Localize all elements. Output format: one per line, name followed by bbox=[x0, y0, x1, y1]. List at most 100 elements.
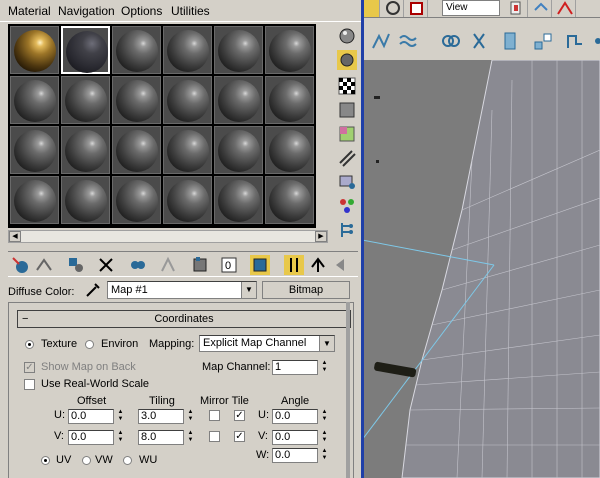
select-tool-button[interactable] bbox=[362, 0, 380, 17]
material-map-navigator-icon[interactable] bbox=[337, 220, 357, 240]
menu-utilities[interactable]: Utilities bbox=[171, 4, 210, 18]
select-manipulate-button[interactable] bbox=[530, 0, 552, 17]
map-name-dropdown-arrow[interactable]: ▼ bbox=[241, 282, 256, 298]
select-by-material-icon[interactable] bbox=[337, 196, 357, 216]
reset-map-icon[interactable] bbox=[96, 255, 116, 275]
v-offset-spinner[interactable]: ▲ ▼ bbox=[116, 430, 125, 445]
u-offset-spinner[interactable]: ▲ ▼ bbox=[116, 409, 125, 424]
go-forward-to-sibling-icon[interactable] bbox=[332, 255, 352, 275]
scroll-right-arrow[interactable]: ▶ bbox=[315, 231, 327, 242]
v-angle-spinner[interactable]: ▲ ▼ bbox=[320, 430, 329, 445]
sample-type-sphere-icon[interactable] bbox=[337, 26, 357, 46]
mapping-dropdown-arrow[interactable]: ▼ bbox=[319, 336, 334, 351]
material-sample-slot[interactable] bbox=[265, 76, 314, 124]
bones-icon[interactable] bbox=[370, 30, 392, 52]
texture-radio[interactable] bbox=[25, 340, 34, 349]
material-sample-slot[interactable] bbox=[61, 76, 110, 124]
put-to-library-icon[interactable] bbox=[190, 255, 210, 275]
rotate-tool-button[interactable] bbox=[382, 0, 404, 17]
v-tiling-field[interactable]: 8.0 bbox=[138, 430, 184, 445]
use-real-world-scale-checkbox[interactable] bbox=[24, 379, 35, 390]
u-tiling-field[interactable]: 3.0 bbox=[138, 409, 184, 424]
background-checker-icon[interactable] bbox=[337, 76, 357, 96]
material-sample-slot[interactable] bbox=[214, 26, 263, 74]
layer-manager-icon[interactable] bbox=[564, 30, 586, 52]
mirror-icon[interactable] bbox=[500, 30, 522, 52]
eyedropper-icon[interactable] bbox=[84, 281, 102, 299]
menu-navigation[interactable]: Navigation bbox=[58, 4, 115, 18]
assign-material-icon[interactable] bbox=[66, 255, 86, 275]
material-sample-slot[interactable] bbox=[265, 126, 314, 174]
map-name-field[interactable]: Map #1 ▼ bbox=[107, 281, 257, 299]
uv-radio[interactable] bbox=[41, 456, 50, 465]
menu-material[interactable]: Material bbox=[8, 4, 51, 18]
pivot-button[interactable] bbox=[506, 0, 528, 17]
material-sample-slot[interactable] bbox=[112, 176, 161, 224]
material-sample-slot[interactable] bbox=[163, 176, 212, 224]
map-channel-field[interactable]: 1 bbox=[272, 360, 318, 375]
v-offset-field[interactable]: 0.0 bbox=[68, 430, 114, 445]
material-sample-slot[interactable] bbox=[112, 26, 161, 74]
material-sample-slot[interactable] bbox=[61, 126, 110, 174]
material-sample-slot[interactable] bbox=[61, 26, 110, 74]
align-icon[interactable] bbox=[532, 30, 554, 52]
get-material-icon[interactable] bbox=[10, 255, 30, 275]
v-tiling-spinner[interactable]: ▲ ▼ bbox=[186, 430, 195, 445]
map-channel-spinner[interactable]: ▲ ▼ bbox=[320, 360, 329, 375]
u-angle-field[interactable]: 0.0 bbox=[272, 409, 318, 424]
coordinates-rollout-header[interactable]: − Coordinates bbox=[17, 310, 351, 328]
material-sample-slot[interactable] bbox=[112, 126, 161, 174]
material-sample-slot[interactable] bbox=[61, 176, 110, 224]
map-type-button[interactable]: Bitmap bbox=[262, 281, 350, 299]
show-map-in-viewport-icon[interactable] bbox=[250, 255, 270, 275]
options-icon[interactable] bbox=[337, 172, 357, 192]
show-end-result-icon[interactable] bbox=[284, 255, 304, 275]
material-sample-slot[interactable] bbox=[163, 76, 212, 124]
v-angle-field[interactable]: 0.0 bbox=[272, 430, 318, 445]
w-angle-field[interactable]: 0.0 bbox=[272, 448, 318, 463]
put-material-to-scene-icon[interactable] bbox=[34, 255, 54, 275]
material-sample-slot[interactable] bbox=[10, 76, 59, 124]
sample-slot-scrollbar[interactable]: ◀ ▶ bbox=[8, 230, 328, 243]
make-preview-icon[interactable] bbox=[337, 148, 357, 168]
spacewarp-icon[interactable] bbox=[398, 30, 420, 52]
vw-radio[interactable] bbox=[82, 456, 91, 465]
material-sample-slot[interactable] bbox=[163, 126, 212, 174]
material-sample-slot[interactable] bbox=[112, 76, 161, 124]
make-unique-icon[interactable] bbox=[158, 255, 178, 275]
material-sample-slot[interactable] bbox=[163, 26, 212, 74]
u-angle-spinner[interactable]: ▲ ▼ bbox=[320, 409, 329, 424]
material-sample-slot[interactable] bbox=[214, 76, 263, 124]
backlight-icon[interactable] bbox=[337, 50, 357, 70]
u-mirror-checkbox[interactable] bbox=[209, 410, 220, 421]
show-map-on-back-checkbox[interactable]: ✓ bbox=[24, 362, 35, 373]
rollout-scrollbar[interactable] bbox=[346, 302, 350, 478]
material-sample-slot[interactable] bbox=[214, 176, 263, 224]
video-color-check-icon[interactable] bbox=[337, 124, 357, 144]
curve-editor-icon[interactable] bbox=[590, 30, 600, 52]
u-offset-field[interactable]: 0.0 bbox=[68, 409, 114, 424]
material-sample-slot[interactable] bbox=[265, 26, 314, 74]
u-tile-checkbox[interactable]: ✓ bbox=[234, 410, 245, 421]
menu-options[interactable]: Options bbox=[121, 4, 162, 18]
scroll-left-arrow[interactable]: ◀ bbox=[9, 231, 21, 242]
v-tile-checkbox[interactable]: ✓ bbox=[234, 431, 245, 442]
snap-toggle-button[interactable] bbox=[554, 0, 576, 17]
w-angle-spinner[interactable]: ▲ ▼ bbox=[320, 448, 329, 463]
environ-radio[interactable] bbox=[85, 340, 94, 349]
sample-uv-tiling-icon[interactable] bbox=[337, 100, 357, 120]
wu-radio[interactable] bbox=[123, 456, 132, 465]
material-sample-slot[interactable] bbox=[10, 26, 59, 74]
u-tiling-spinner[interactable]: ▲ ▼ bbox=[186, 409, 195, 424]
material-sample-slot[interactable] bbox=[10, 176, 59, 224]
material-sample-slot[interactable] bbox=[265, 176, 314, 224]
material-effects-channel-icon[interactable]: 0 bbox=[220, 255, 240, 275]
make-material-copy-icon[interactable] bbox=[128, 255, 148, 275]
link-icon[interactable] bbox=[440, 30, 462, 52]
go-to-parent-icon[interactable] bbox=[308, 255, 328, 275]
bind-icon[interactable] bbox=[468, 30, 490, 52]
viewport-canvas[interactable] bbox=[362, 60, 600, 478]
reference-coordinate-select[interactable]: View bbox=[442, 0, 500, 16]
material-sample-slot[interactable] bbox=[214, 126, 263, 174]
mapping-select[interactable]: Explicit Map Channel ▼ bbox=[199, 335, 335, 352]
